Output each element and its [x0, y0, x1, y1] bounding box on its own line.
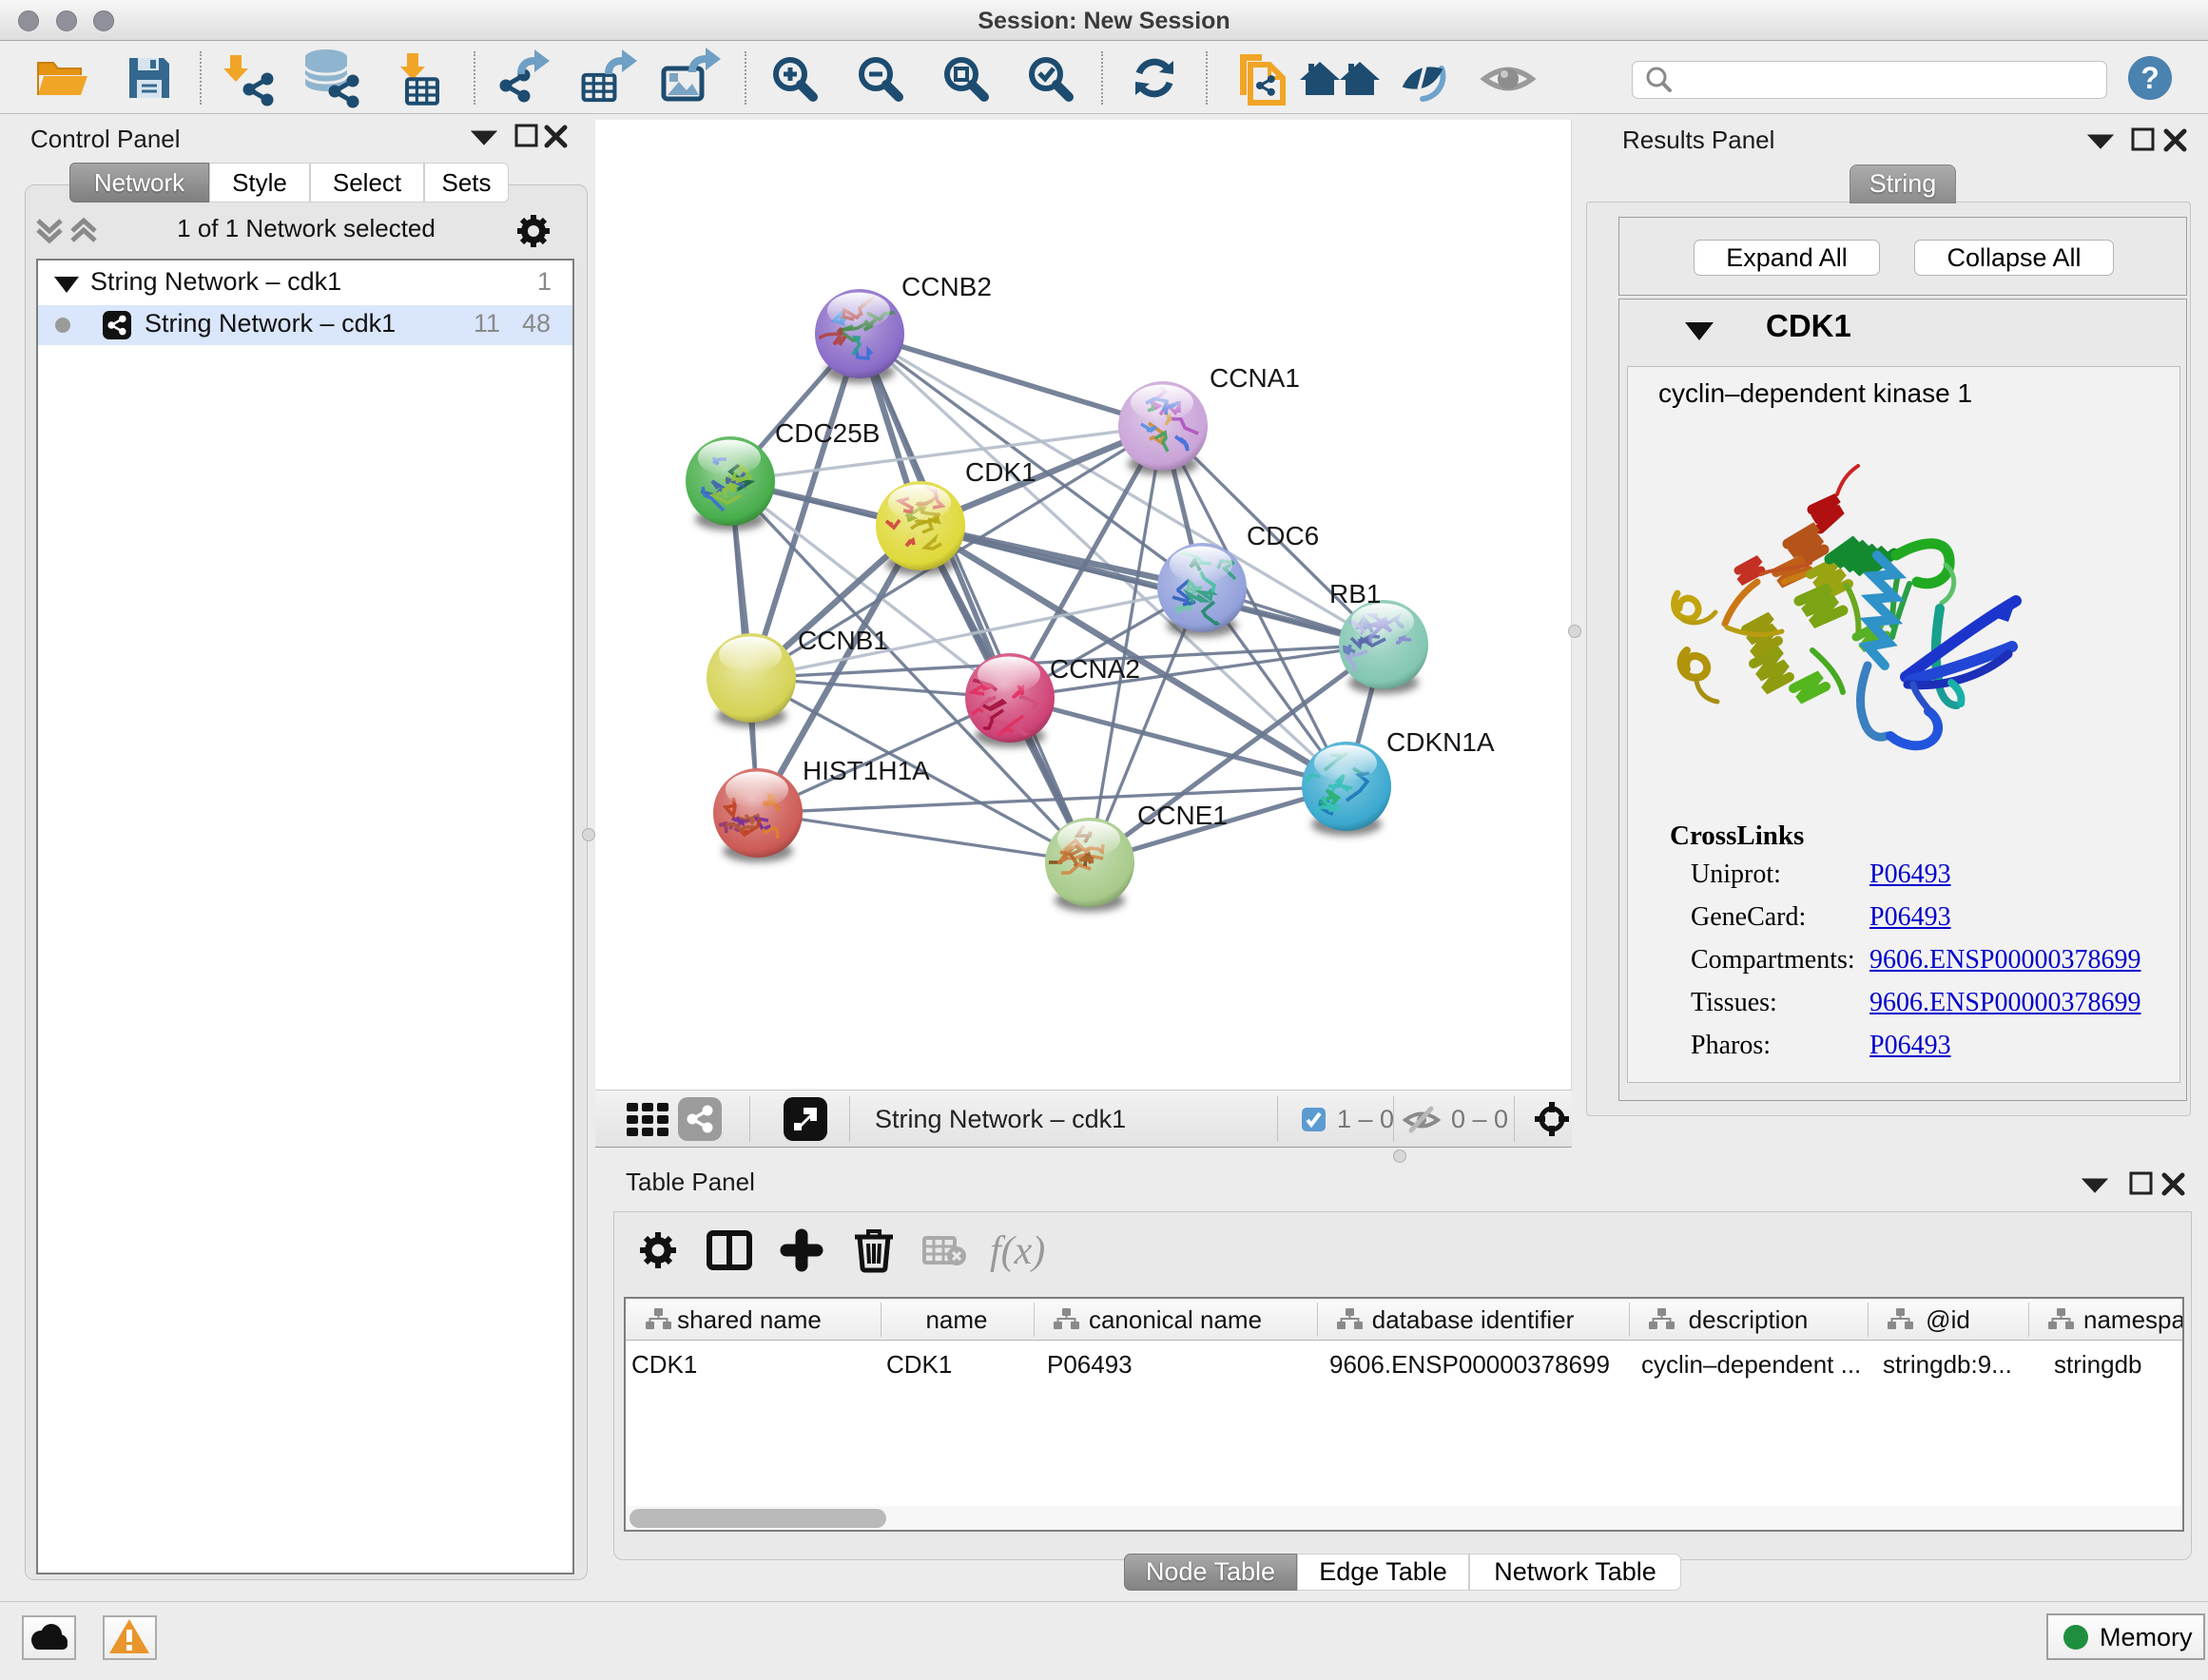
svg-text:RB1: RB1: [1329, 579, 1381, 608]
svg-text:CCNA1: CCNA1: [1210, 363, 1300, 393]
svg-text:f(x): f(x): [990, 1229, 1045, 1273]
svg-text:CDKN1A: CDKN1A: [1386, 727, 1495, 757]
svg-text:CDK1: CDK1: [965, 457, 1036, 487]
svg-text:CCNB2: CCNB2: [901, 272, 992, 301]
svg-text:CDC6: CDC6: [1247, 521, 1319, 550]
svg-text:CDC25B: CDC25B: [775, 418, 880, 448]
svg-text:CCNE1: CCNE1: [1137, 801, 1228, 830]
svg-text:HIST1H1A: HIST1H1A: [803, 756, 930, 785]
svg-text:?: ?: [2140, 61, 2160, 95]
svg-text:CCNA2: CCNA2: [1050, 654, 1140, 684]
svg-text:CCNB1: CCNB1: [798, 626, 888, 655]
